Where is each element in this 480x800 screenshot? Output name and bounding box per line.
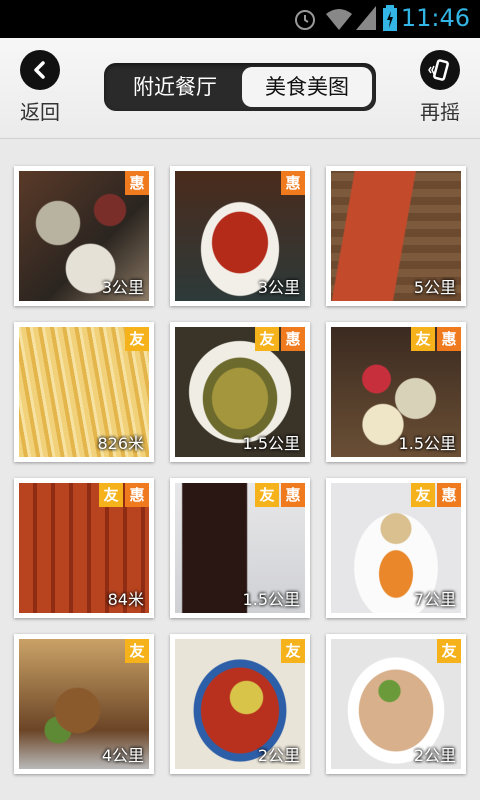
discount-badge: 惠: [437, 327, 461, 351]
photo-tile[interactable]: 友 惠 1.5公里: [170, 478, 310, 618]
distance-label: 7公里: [413, 590, 456, 609]
friend-badge: 友: [255, 483, 279, 507]
photo-tile[interactable]: 友 惠 84米: [14, 478, 154, 618]
tab-food-photos[interactable]: 美食美图: [242, 67, 372, 107]
photo-tile[interactable]: 友 2公里: [170, 634, 310, 774]
back-arrow-icon: [20, 50, 60, 90]
signal-icon: [356, 6, 376, 30]
status-bar: 11:46: [0, 0, 480, 38]
discount-badge: 惠: [437, 483, 461, 507]
friend-badge: 友: [125, 639, 149, 663]
top-bar: 返回 附近餐厅 美食美图 再摇: [0, 38, 480, 139]
distance-label: 4公里: [101, 746, 144, 765]
distance-label: 1.5公里: [242, 434, 300, 453]
photo-tile[interactable]: 友 惠 1.5公里: [170, 322, 310, 462]
tab-switcher: 附近餐厅 美食美图: [104, 63, 376, 111]
friend-badge: 友: [255, 327, 279, 351]
back-label: 返回: [20, 100, 60, 124]
distance-label: 2公里: [413, 746, 456, 765]
distance-label: 1.5公里: [398, 434, 456, 453]
distance-label: 3公里: [257, 278, 300, 297]
friend-badge: 友: [99, 483, 123, 507]
discount-badge: 惠: [281, 171, 305, 195]
shake-phone-icon: [420, 50, 460, 90]
alarm-icon: [295, 10, 315, 30]
friend-badge: 友: [125, 327, 149, 351]
clock: 11:46: [400, 4, 470, 32]
shake-again-button[interactable]: 再摇: [400, 50, 480, 125]
discount-badge: 惠: [125, 483, 149, 507]
photo-tile[interactable]: 友 826米: [14, 322, 154, 462]
friend-badge: 友: [437, 639, 461, 663]
wifi-icon: [326, 9, 352, 30]
distance-label: 3公里: [101, 278, 144, 297]
photo-tile[interactable]: 5公里: [326, 166, 466, 306]
battery-icon: [383, 5, 397, 31]
photo-tile[interactable]: 惠 3公里: [14, 166, 154, 306]
discount-badge: 惠: [281, 483, 305, 507]
distance-label: 84米: [107, 590, 144, 609]
discount-badge: 惠: [281, 327, 305, 351]
friend-badge: 友: [411, 483, 435, 507]
shake-label: 再摇: [420, 100, 460, 124]
discount-badge: 惠: [125, 171, 149, 195]
photo-tile[interactable]: 友 惠 1.5公里: [326, 322, 466, 462]
distance-label: 2公里: [257, 746, 300, 765]
photo-tile[interactable]: 友 2公里: [326, 634, 466, 774]
distance-label: 826米: [97, 434, 144, 453]
friend-badge: 友: [281, 639, 305, 663]
photo-tile[interactable]: 友 惠 7公里: [326, 478, 466, 618]
photo-tile[interactable]: 惠 3公里: [170, 166, 310, 306]
photo-tile[interactable]: 友 4公里: [14, 634, 154, 774]
back-button[interactable]: 返回: [0, 50, 80, 125]
tab-nearby-restaurants[interactable]: 附近餐厅: [112, 67, 238, 107]
distance-label: 5公里: [413, 278, 456, 297]
distance-label: 1.5公里: [242, 590, 300, 609]
friend-badge: 友: [411, 327, 435, 351]
